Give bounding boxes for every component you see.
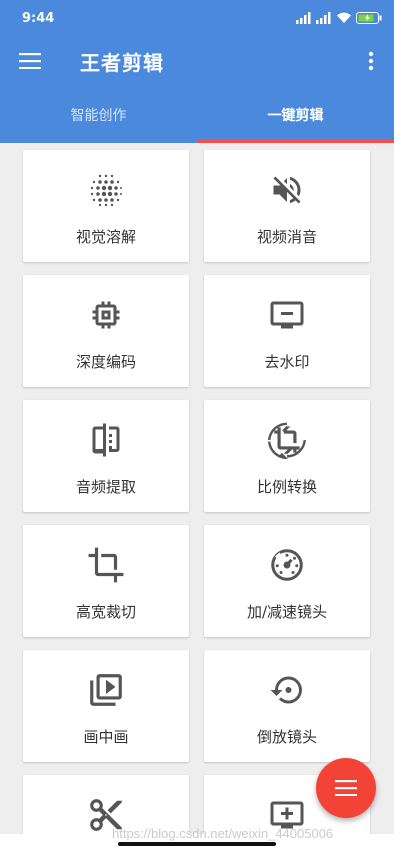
tool-card-visual-dissolve[interactable]: 视觉溶解: [23, 150, 189, 262]
tab-one-click-edit[interactable]: 一键剪辑: [197, 86, 394, 143]
crop-icon: [86, 545, 126, 585]
video-library-icon: [86, 670, 126, 710]
tool-label: 去水印: [264, 353, 310, 371]
app-bar: 王者剪辑: [0, 36, 394, 86]
speed-icon: [267, 545, 307, 585]
tool-card-aspect-convert[interactable]: 比例转换: [204, 400, 370, 512]
tab-label: 智能创作: [70, 107, 127, 124]
menu-button[interactable]: [0, 36, 60, 86]
tool-label: 音频提取: [75, 478, 136, 496]
rewind-icon: [267, 670, 307, 710]
chip-icon: [86, 295, 126, 335]
more-vertical-icon: [368, 51, 374, 71]
tool-card-remove-watermark[interactable]: 去水印: [204, 275, 370, 387]
tool-card-crop[interactable]: 高宽裁切: [23, 525, 189, 637]
tool-label: 高宽裁切: [75, 603, 136, 621]
list-menu-icon: [335, 780, 357, 796]
tool-label: 视觉溶解: [75, 228, 136, 246]
battery-icon: [356, 12, 382, 24]
tab-bar: 智能创作 一键剪辑: [0, 86, 394, 143]
app-title: 王者剪辑: [80, 50, 164, 75]
dotted-circle-icon: [86, 170, 126, 210]
tool-card-picture-in-picture[interactable]: 画中画: [23, 650, 189, 762]
tool-label: 比例转换: [256, 478, 317, 496]
more-options-button[interactable]: [348, 36, 394, 86]
status-icons: [296, 12, 382, 24]
tab-label: 一键剪辑: [267, 107, 324, 124]
volume-off-icon: [267, 170, 307, 210]
fab-menu-button[interactable]: [316, 758, 376, 818]
status-bar: 9:44: [0, 0, 394, 36]
tool-card-deep-encode[interactable]: 深度编码: [23, 275, 189, 387]
wifi-icon: [337, 12, 351, 23]
tool-label: 倒放镜头: [256, 728, 317, 746]
tool-card-speed[interactable]: 加/减速镜头: [204, 525, 370, 637]
tool-card-audio-extract[interactable]: 音频提取: [23, 400, 189, 512]
tool-label: 视频消音: [256, 228, 317, 246]
tool-card-mute-video[interactable]: 视频消音: [204, 150, 370, 262]
tool-card-reverse[interactable]: 倒放镜头: [204, 650, 370, 762]
home-indicator[interactable]: [118, 842, 276, 846]
tool-label: 画中画: [83, 728, 129, 746]
crop-rotate-icon: [267, 420, 307, 460]
status-time: 9:44: [22, 10, 55, 26]
compare-icon: [86, 420, 126, 460]
hamburger-menu-icon: [19, 53, 41, 69]
tool-label: 加/减速镜头: [246, 603, 328, 621]
tab-smart-create[interactable]: 智能创作: [0, 86, 197, 143]
watermark-text: https://blog.csdn.net/weixin_44005006: [112, 826, 334, 841]
tool-label: 深度编码: [75, 353, 136, 371]
monitor-minus-icon: [267, 295, 307, 335]
signal-icon: [296, 12, 311, 24]
signal-icon-2: [316, 12, 331, 24]
